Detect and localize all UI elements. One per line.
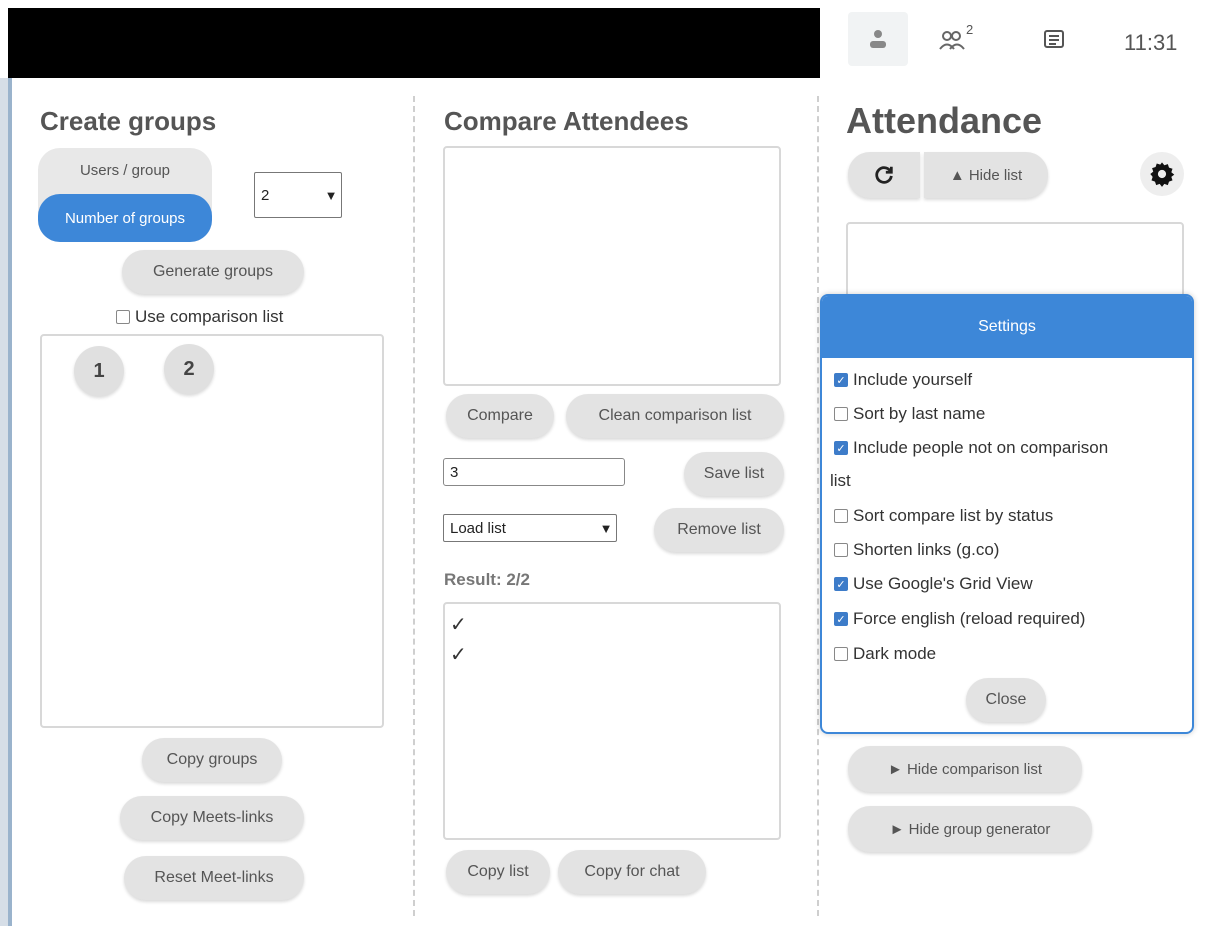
chevron-down-icon: ▼ [599, 520, 613, 536]
setting-label: Include people not on comparison [853, 438, 1109, 457]
setting-checkbox[interactable] [834, 509, 848, 523]
compare-attendees-title: Compare Attendees [444, 106, 689, 136]
setting-shorten-links[interactable]: Shorten links (g.co) [834, 540, 999, 560]
setting-checkbox[interactable]: ✓ [834, 577, 848, 591]
window-edge [0, 78, 8, 926]
setting-sort-last-name[interactable]: Sort by last name [834, 404, 985, 424]
setting-sort-by-status[interactable]: Sort compare list by status [834, 506, 1053, 526]
window-edge-accent [8, 78, 12, 926]
hide-list-button[interactable]: ▲ Hide list [924, 152, 1048, 198]
load-list-select[interactable]: Load list ▼ [443, 514, 617, 542]
setting-label-continuation: list [830, 471, 851, 491]
group-chip-2[interactable]: 2 [164, 344, 214, 394]
use-comparison-row[interactable]: Use comparison list [116, 307, 283, 327]
settings-close-button[interactable]: Close [966, 678, 1046, 722]
use-comparison-checkbox[interactable] [116, 310, 130, 324]
setting-label-cont: list [830, 471, 851, 490]
setting-label: Include yourself [853, 370, 973, 389]
result-mark-1: ✓ [450, 614, 467, 636]
meet-top-bar: 2 11:31 [0, 0, 1214, 78]
attendance-title: Attendance [846, 100, 1043, 141]
copy-groups-button[interactable]: Copy groups [142, 738, 282, 782]
compare-button[interactable]: Compare [446, 394, 554, 438]
chat-icon[interactable] [1030, 20, 1078, 60]
column-divider [817, 96, 819, 916]
group-count-select[interactable]: 2 ▼ [254, 172, 342, 218]
person-icon[interactable] [848, 12, 908, 66]
remove-list-button[interactable]: Remove list [654, 508, 784, 552]
hide-group-generator-button[interactable]: ► Hide group generator [848, 806, 1092, 852]
copy-list-button[interactable]: Copy list [446, 850, 550, 894]
group-count-value: 2 [261, 186, 270, 204]
setting-include-not-on-list[interactable]: ✓ Include people not on comparison [834, 438, 1108, 458]
people-icon[interactable]: 2 [930, 20, 978, 60]
setting-label: Sort by last name [853, 404, 986, 423]
chevron-down-icon: ▼ [324, 187, 338, 203]
column-divider [413, 96, 415, 916]
setting-label: Shorten links (g.co) [853, 540, 1000, 559]
clean-comparison-button[interactable]: Clean comparison list [566, 394, 784, 438]
setting-grid-view[interactable]: ✓ Use Google's Grid View [834, 574, 1033, 594]
save-list-button[interactable]: Save list [684, 452, 784, 496]
setting-checkbox[interactable]: ✓ [834, 612, 848, 626]
setting-checkbox[interactable] [834, 407, 848, 421]
setting-label: Use Google's Grid View [853, 574, 1033, 593]
reset-meet-links-button[interactable]: Reset Meet-links [124, 856, 304, 900]
settings-title: Settings [822, 296, 1192, 358]
number-of-groups-option[interactable]: Number of groups [38, 194, 212, 242]
group-chip-1[interactable]: 1 [74, 346, 124, 396]
setting-label: Dark mode [853, 644, 937, 663]
copy-for-chat-button[interactable]: Copy for chat [558, 850, 706, 894]
setting-checkbox[interactable]: ✓ [834, 373, 848, 387]
generate-groups-button[interactable]: Generate groups [122, 250, 304, 294]
setting-label: Force english (reload required) [853, 609, 1086, 628]
result-mark-2: ✓ [450, 644, 467, 666]
people-count: 2 [966, 22, 974, 37]
comparison-textarea[interactable] [443, 146, 781, 386]
users-per-group-option[interactable]: Users / group [38, 148, 212, 192]
refresh-button[interactable] [848, 152, 920, 198]
copy-meets-links-button[interactable]: Copy Meets-links [120, 796, 304, 840]
setting-label: Sort compare list by status [853, 506, 1054, 525]
use-comparison-label: Use comparison list [135, 307, 284, 326]
video-area [8, 8, 820, 78]
gear-icon[interactable] [1140, 152, 1184, 196]
setting-checkbox[interactable] [834, 647, 848, 661]
setting-checkbox[interactable]: ✓ [834, 441, 848, 455]
setting-checkbox[interactable] [834, 543, 848, 557]
refresh-icon [875, 166, 893, 184]
result-summary: Result: 2/2 [444, 570, 530, 589]
setting-force-english[interactable]: ✓ Force english (reload required) [834, 609, 1085, 629]
load-list-value: Load list [450, 519, 506, 537]
hide-comparison-list-button[interactable]: ► Hide comparison list [848, 746, 1082, 792]
create-groups-title: Create groups [40, 106, 217, 136]
setting-include-yourself[interactable]: ✓ Include yourself [834, 370, 972, 390]
setting-dark-mode[interactable]: Dark mode [834, 644, 936, 664]
result-box [443, 602, 781, 840]
list-name-input[interactable]: 3 [443, 458, 625, 486]
settings-dialog: Settings ✓ Include yourself Sort by last… [820, 294, 1194, 734]
clock-time: 11:31 [1124, 30, 1178, 55]
